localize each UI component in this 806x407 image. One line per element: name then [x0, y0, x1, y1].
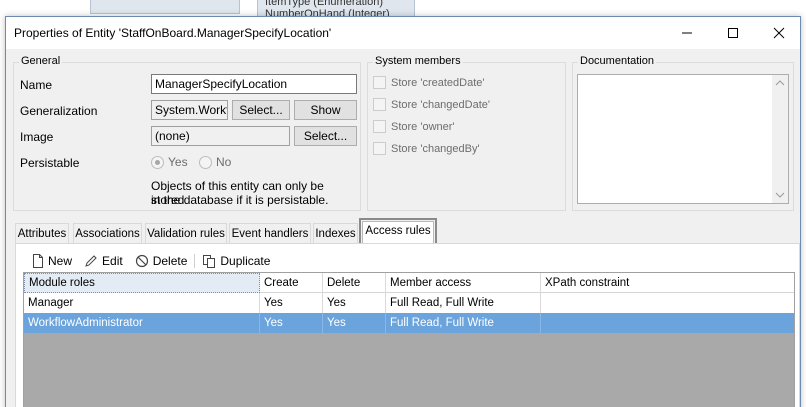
column-header-create[interactable]: Create: [260, 273, 323, 293]
scroll-down-icon: [775, 192, 785, 198]
cell-delete: Yes: [323, 313, 386, 333]
duplicate-button-label: Duplicate: [220, 254, 271, 268]
delete-icon: [135, 254, 148, 268]
table-row-selected[interactable]: WorkflowAdministrator Yes Yes Full Read,…: [24, 313, 794, 333]
pencil-icon: [85, 255, 97, 267]
persistable-yes-radio[interactable]: Yes: [151, 155, 188, 169]
documentation-group: Documentation: [572, 55, 794, 211]
general-group: General Name ManagerSpecifyLocation Gene…: [13, 55, 361, 211]
maximize-button[interactable]: [710, 17, 756, 49]
checkbox-icon: [373, 76, 386, 89]
duplicate-button[interactable]: Duplicate: [196, 254, 276, 268]
store-changedby-checkbox[interactable]: Store 'changedBy': [373, 142, 480, 155]
access-rules-panel: New Edit Delete Duplicate Module roles C…: [15, 243, 800, 407]
tab-event-handlers[interactable]: Event handlers: [229, 223, 311, 243]
background-panel: [90, 0, 240, 14]
cell-member-access: Full Read, Full Write: [386, 313, 541, 333]
cell-create: Yes: [260, 313, 323, 333]
column-header-module-roles[interactable]: Module roles: [24, 273, 260, 293]
store-changeddate-checkbox[interactable]: Store 'changedDate': [373, 98, 490, 111]
toolbar-separator: [194, 254, 196, 268]
scroll-up-icon: [775, 80, 785, 86]
new-button-label: New: [48, 254, 73, 268]
tab-validation-rules[interactable]: Validation rules: [145, 223, 227, 243]
image-field[interactable]: (none): [151, 126, 290, 146]
edit-button-label: Edit: [102, 254, 123, 268]
entity-properties-dialog: Properties of Entity 'StaffOnBoard.Manag…: [5, 16, 801, 407]
generalization-show-button[interactable]: Show: [294, 100, 357, 120]
new-button[interactable]: New: [26, 254, 78, 268]
general-group-label: General: [19, 55, 63, 67]
system-members-group-label: System members: [373, 55, 463, 67]
store-changedby-label: Store 'changedBy': [391, 142, 480, 155]
cell-create: Yes: [260, 293, 323, 313]
radio-selected-icon: [151, 155, 164, 169]
column-header-xpath-constraint[interactable]: XPath constraint: [541, 273, 794, 293]
generalization-label: Generalization: [20, 104, 98, 118]
cell-module-role: WorkflowAdministrator: [24, 313, 260, 333]
tab-indexes[interactable]: Indexes: [313, 223, 358, 243]
documentation-scrollbar[interactable]: [772, 75, 788, 203]
column-header-member-access[interactable]: Member access: [386, 273, 541, 293]
minimize-button[interactable]: [664, 17, 710, 49]
new-document-icon: [33, 254, 43, 268]
documentation-group-label: Documentation: [578, 55, 656, 67]
duplicate-icon: [203, 255, 216, 268]
generalization-select-button[interactable]: Select...: [232, 100, 290, 120]
close-icon: [773, 27, 785, 39]
name-field[interactable]: ManagerSpecifyLocation: [151, 74, 357, 94]
store-changeddate-label: Store 'changedDate': [391, 98, 490, 111]
delete-button[interactable]: Delete: [129, 254, 194, 268]
column-header-delete[interactable]: Delete: [323, 273, 386, 293]
system-members-group: System members Store 'createdDate' Store…: [367, 55, 566, 211]
access-rules-grid: Module roles Create Delete Member access…: [23, 272, 795, 407]
generalization-field[interactable]: System.Workfl: [151, 100, 228, 120]
persistable-label: Persistable: [20, 156, 80, 170]
image-select-button[interactable]: Select...: [294, 126, 357, 146]
persistable-note-line2: in the database if it is persistable.: [151, 193, 329, 207]
maximize-icon: [728, 28, 738, 38]
store-owner-label: Store 'owner': [391, 120, 455, 133]
edit-button[interactable]: Edit: [78, 254, 129, 268]
store-createddate-checkbox[interactable]: Store 'createdDate': [373, 76, 484, 89]
cell-member-access: Full Read, Full Write: [386, 293, 541, 313]
checkbox-icon: [373, 98, 386, 111]
grid-header-row: Module roles Create Delete Member access…: [24, 273, 794, 293]
access-rules-toolbar: New Edit Delete Duplicate: [26, 250, 276, 272]
minimize-icon: [682, 32, 692, 34]
documentation-textarea[interactable]: [577, 74, 789, 204]
persistable-no-label: No: [216, 155, 232, 169]
store-owner-checkbox[interactable]: Store 'owner': [373, 120, 455, 133]
persistable-yes-label: Yes: [168, 155, 188, 169]
radio-unselected-icon: [199, 155, 212, 169]
background-attribute: ItemType (Enumeration): [265, 0, 383, 8]
title-bar: Properties of Entity 'StaffOnBoard.Manag…: [6, 17, 800, 49]
close-button[interactable]: [756, 17, 802, 49]
delete-button-label: Delete: [152, 254, 188, 268]
checkbox-icon: [373, 120, 386, 133]
tab-associations[interactable]: Associations: [73, 223, 142, 243]
store-createddate-label: Store 'createdDate': [391, 76, 485, 89]
name-label: Name: [20, 78, 53, 92]
cell-xpath-constraint: [541, 313, 794, 333]
tab-attributes[interactable]: Attributes: [15, 223, 69, 243]
image-label: Image: [20, 130, 54, 144]
cell-xpath-constraint: [541, 293, 794, 313]
cell-module-role: Manager: [24, 293, 260, 313]
cell-delete: Yes: [323, 293, 386, 313]
table-row[interactable]: Manager Yes Yes Full Read, Full Write: [24, 293, 794, 313]
checkbox-icon: [373, 142, 386, 155]
window-title: Properties of Entity 'StaffOnBoard.Manag…: [14, 26, 332, 40]
persistable-no-radio[interactable]: No: [199, 155, 231, 169]
